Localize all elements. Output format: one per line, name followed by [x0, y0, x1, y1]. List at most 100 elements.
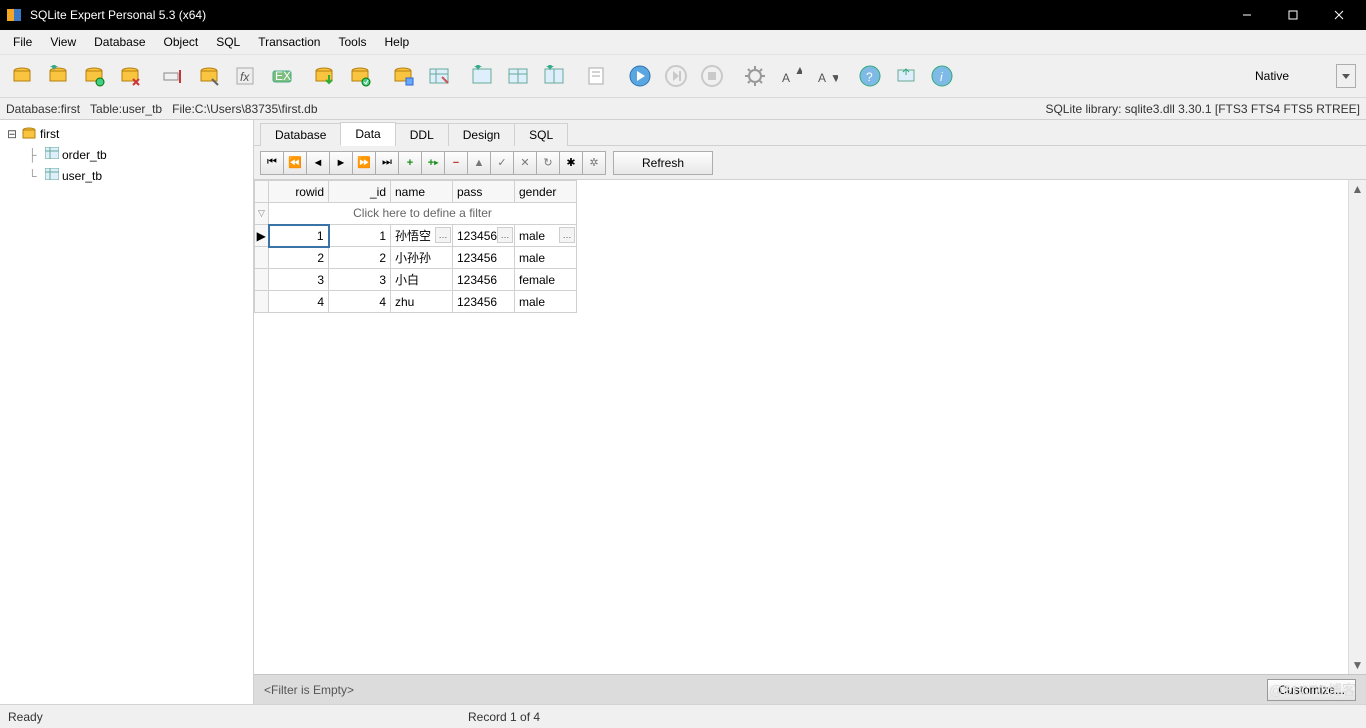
cell-name[interactable]: 小孙孙 — [391, 247, 453, 269]
cell-name[interactable]: 小白 — [391, 269, 453, 291]
compare-icon[interactable] — [502, 60, 534, 92]
new-table-icon[interactable] — [387, 60, 419, 92]
tree-expand-icon[interactable]: ⊟ — [6, 127, 18, 141]
cell-name[interactable]: 孙悟空… — [391, 225, 453, 247]
post-icon[interactable]: ✓ — [490, 151, 514, 175]
menu-object[interactable]: Object — [155, 32, 208, 52]
font-decrease-icon[interactable]: A▼ — [811, 60, 843, 92]
update-icon[interactable] — [890, 60, 922, 92]
open-db-icon[interactable] — [78, 60, 110, 92]
filter-indicator-icon[interactable]: ▽ — [255, 203, 269, 225]
cell-id[interactable]: 4 — [329, 291, 391, 313]
close-db-icon[interactable] — [114, 60, 146, 92]
alter-table-icon[interactable] — [423, 60, 455, 92]
new-sql-icon[interactable] — [581, 60, 613, 92]
tree-db-node[interactable]: ⊟ first — [0, 124, 253, 144]
tab-data[interactable]: Data — [340, 122, 395, 146]
cell-gender[interactable]: female — [515, 269, 577, 291]
cell-pass[interactable]: 123456 — [453, 247, 515, 269]
cell-rowid[interactable]: 3 — [269, 269, 329, 291]
close-button[interactable] — [1316, 0, 1362, 30]
col-pass[interactable]: pass — [453, 181, 515, 203]
col-gender[interactable]: gender — [515, 181, 577, 203]
cell-rowid[interactable]: 1 — [269, 225, 329, 247]
nav-first-icon[interactable]: ⏮ — [260, 151, 284, 175]
tab-database[interactable]: Database — [260, 123, 341, 146]
menu-help[interactable]: Help — [375, 32, 418, 52]
commit-icon[interactable] — [308, 60, 340, 92]
table-row[interactable]: 3 3 小白 123456 female — [255, 269, 577, 291]
tab-ddl[interactable]: DDL — [395, 123, 449, 146]
customize-button[interactable]: Customize... — [1267, 679, 1356, 701]
table-row[interactable]: ▶ 1 1 孙悟空… 123456… male… — [255, 225, 577, 247]
stop-icon[interactable] — [696, 60, 728, 92]
delete-row-icon[interactable]: − — [444, 151, 468, 175]
nav-prev-page-icon[interactable]: ⏪ — [283, 151, 307, 175]
function-icon[interactable]: fx — [229, 60, 261, 92]
tree-table-user[interactable]: └ user_tb — [0, 165, 253, 186]
new-memory-db-icon[interactable]: ✦ — [42, 60, 74, 92]
execute-icon[interactable] — [624, 60, 656, 92]
cell-gender[interactable]: male — [515, 291, 577, 313]
vertical-scrollbar[interactable]: ▲ ▼ — [1348, 180, 1366, 674]
maximize-button[interactable] — [1270, 0, 1316, 30]
filter-icon[interactable]: ✲ — [582, 151, 606, 175]
cell-pass[interactable]: 123456 — [453, 269, 515, 291]
menu-file[interactable]: File — [4, 32, 41, 52]
edit-row-icon[interactable]: ▲ — [467, 151, 491, 175]
cell-pass[interactable]: 123456… — [453, 225, 515, 247]
nav-next-icon[interactable]: ► — [329, 151, 353, 175]
execute-next-icon[interactable] — [660, 60, 692, 92]
new-index-icon[interactable]: ✦ — [538, 60, 570, 92]
filter-hint[interactable]: Click here to define a filter — [269, 203, 577, 225]
cell-editor-icon[interactable]: … — [435, 227, 451, 243]
cell-id[interactable]: 1 — [329, 225, 391, 247]
nav-prev-icon[interactable]: ◄ — [306, 151, 330, 175]
minimize-button[interactable] — [1224, 0, 1270, 30]
scroll-up-icon[interactable]: ▲ — [1349, 180, 1366, 198]
refresh-button[interactable]: Refresh — [613, 151, 713, 175]
rename-icon[interactable] — [157, 60, 189, 92]
cell-editor-icon[interactable]: … — [497, 227, 513, 243]
menu-view[interactable]: View — [41, 32, 85, 52]
append-row-icon[interactable]: +▸ — [421, 151, 445, 175]
tab-design[interactable]: Design — [448, 123, 515, 146]
help-icon[interactable]: ? — [854, 60, 886, 92]
cell-id[interactable]: 2 — [329, 247, 391, 269]
vacuum-icon[interactable] — [193, 60, 225, 92]
col-id[interactable]: _id — [329, 181, 391, 203]
nav-last-icon[interactable]: ⏭ — [375, 151, 399, 175]
exit-icon[interactable]: EXIT — [265, 60, 297, 92]
insert-row-icon[interactable]: + — [398, 151, 422, 175]
scroll-down-icon[interactable]: ▼ — [1349, 656, 1366, 674]
table-row[interactable]: 2 2 小孙孙 123456 male — [255, 247, 577, 269]
cell-gender[interactable]: male — [515, 247, 577, 269]
about-icon[interactable]: i — [926, 60, 958, 92]
new-view-icon[interactable]: ✦ — [466, 60, 498, 92]
cell-gender[interactable]: male… — [515, 225, 577, 247]
nav-next-page-icon[interactable]: ⏩ — [352, 151, 376, 175]
cell-pass[interactable]: 123456 — [453, 291, 515, 313]
cell-id[interactable]: 3 — [329, 269, 391, 291]
cancel-icon[interactable]: ✕ — [513, 151, 537, 175]
cell-rowid[interactable]: 2 — [269, 247, 329, 269]
table-row[interactable]: 4 4 zhu 123456 male — [255, 291, 577, 313]
refresh-icon[interactable]: ↻ — [536, 151, 560, 175]
col-rowid[interactable]: rowid — [269, 181, 329, 203]
rollback-icon[interactable] — [344, 60, 376, 92]
bookmark-icon[interactable]: ✱ — [559, 151, 583, 175]
font-increase-icon[interactable]: A▲ — [775, 60, 807, 92]
cell-editor-icon[interactable]: … — [559, 227, 575, 243]
tree-table-order[interactable]: ├ order_tb — [0, 144, 253, 165]
settings-icon[interactable] — [739, 60, 771, 92]
menu-transaction[interactable]: Transaction — [249, 32, 329, 52]
menu-sql[interactable]: SQL — [207, 32, 249, 52]
cell-rowid[interactable]: 4 — [269, 291, 329, 313]
menu-database[interactable]: Database — [85, 32, 154, 52]
col-name[interactable]: name — [391, 181, 453, 203]
new-db-icon[interactable] — [6, 60, 38, 92]
cell-name[interactable]: zhu — [391, 291, 453, 313]
data-grid[interactable]: rowid _id name pass gender ▽ Click here … — [254, 180, 577, 313]
tab-sql[interactable]: SQL — [514, 123, 568, 146]
menu-tools[interactable]: Tools — [329, 32, 375, 52]
